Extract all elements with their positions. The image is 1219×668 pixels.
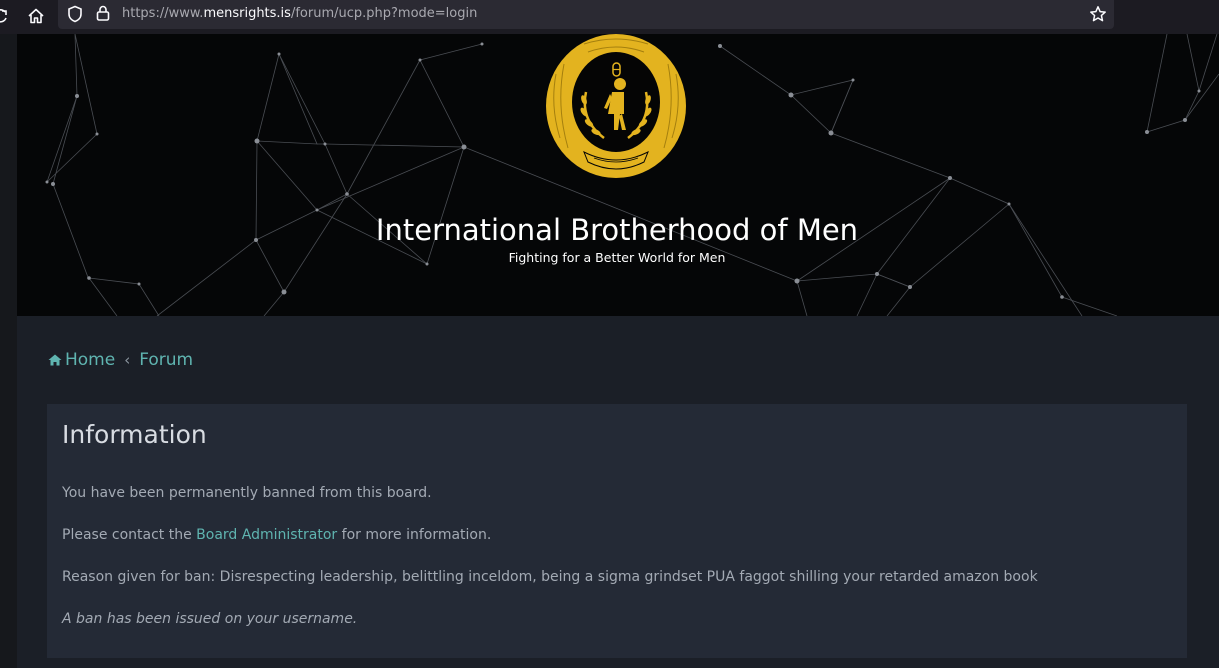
- url-path: /forum/ucp.php?mode=login: [290, 6, 478, 21]
- lock-icon[interactable]: [90, 0, 116, 26]
- home-icon[interactable]: [23, 3, 49, 29]
- contact-suffix: for more information.: [337, 527, 492, 543]
- star-icon[interactable]: [1085, 1, 1111, 27]
- shield-icon[interactable]: [62, 1, 88, 27]
- contact-prefix: Please contact the: [62, 527, 197, 543]
- left-edge: [0, 34, 17, 668]
- reload-icon[interactable]: [0, 3, 14, 29]
- address-bar[interactable]: https://www.mensrights.is/forum/ucp.php?…: [58, 0, 1114, 29]
- url-host: mensrights.is: [203, 6, 291, 21]
- breadcrumb: Home ‹ Forum: [48, 350, 193, 370]
- ban-message: You have been permanently banned from th…: [62, 485, 432, 501]
- breadcrumb-home-link[interactable]: Home: [65, 350, 115, 370]
- information-panel: Information You have been permanently ba…: [47, 404, 1187, 658]
- breadcrumb-forum-link[interactable]: Forum: [139, 350, 193, 370]
- url-prefix: https://www.: [122, 6, 204, 21]
- breadcrumb-separator: ‹: [124, 351, 131, 369]
- contact-message: Please contact the Board Administrator f…: [62, 527, 491, 543]
- ban-notice: A ban has been issued on your username.: [62, 611, 358, 627]
- browser-toolbar: https://www.mensrights.is/forum/ucp.php?…: [0, 0, 1219, 34]
- site-title[interactable]: International Brotherhood of Men: [17, 213, 1217, 247]
- panel-title: Information: [62, 420, 207, 449]
- wreath-emblem-icon: [544, 34, 688, 180]
- url-text[interactable]: https://www.mensrights.is/forum/ucp.php?…: [122, 0, 477, 28]
- home-icon: [48, 354, 62, 366]
- site-header-banner: International Brotherhood of Men Fightin…: [17, 34, 1219, 316]
- board-administrator-link[interactable]: Board Administrator: [196, 527, 337, 543]
- site-subtitle: Fighting for a Better World for Men: [508, 250, 726, 265]
- ban-reason: Reason given for ban: Disrespecting lead…: [62, 569, 1038, 585]
- main-content: Home ‹ Forum Information You have been p…: [17, 316, 1219, 668]
